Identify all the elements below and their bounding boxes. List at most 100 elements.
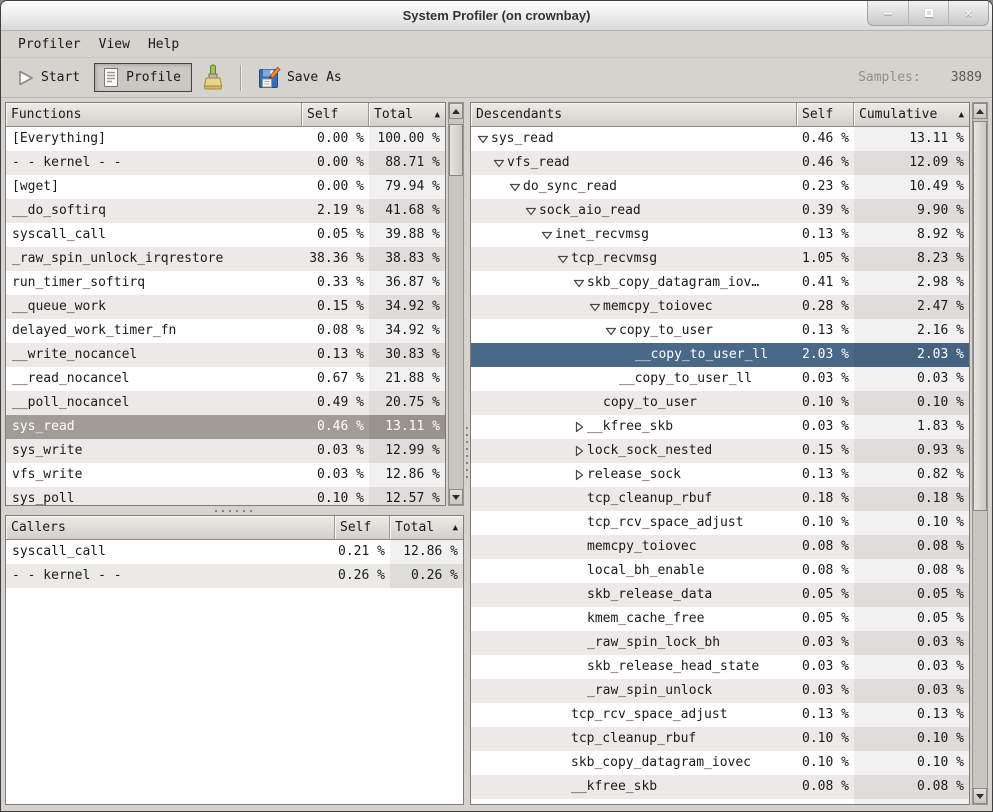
tree-row[interactable]: skb_release_data0.05 %0.05 % xyxy=(471,583,969,607)
horizontal-splitter[interactable] xyxy=(5,507,464,515)
tree-row[interactable]: do_sync_read0.23 %10.49 % xyxy=(471,175,969,199)
scrollbar-thumb[interactable] xyxy=(449,124,463,176)
expander-open-icon[interactable] xyxy=(523,205,539,217)
functions-column-header[interactable]: Functions xyxy=(6,103,302,127)
tree-row[interactable]: release_sock0.13 %0.82 % xyxy=(471,463,969,487)
scroll-down-button[interactable] xyxy=(449,489,463,505)
tree-row[interactable]: tcp_rcv_space_adjust0.13 %0.13 % xyxy=(471,703,969,727)
tree-row[interactable]: copy_to_user0.10 %0.10 % xyxy=(471,391,969,415)
table-row[interactable]: [Everything]0.00 %100.00 % xyxy=(6,127,445,151)
tree-row[interactable]: vfs_read0.46 %12.09 % xyxy=(471,151,969,175)
functions-total-column-header[interactable]: Total ▲ xyxy=(369,103,445,127)
tree-row[interactable]: local_bh_enable0.08 %0.08 % xyxy=(471,559,969,583)
expander-open-icon[interactable] xyxy=(571,277,587,289)
callers-self-column-header[interactable]: Self xyxy=(335,516,390,540)
table-row[interactable]: syscall_call0.05 %39.88 % xyxy=(6,223,445,247)
descendants-column-header[interactable]: Descendants xyxy=(471,103,797,127)
table-row[interactable]: delayed_work_timer_fn0.08 %34.92 % xyxy=(6,319,445,343)
tree-row[interactable]: memcpy_toiovec0.08 %0.08 % xyxy=(471,535,969,559)
expander-open-icon[interactable] xyxy=(491,157,507,169)
expander-open-icon[interactable] xyxy=(587,301,603,313)
menu-view[interactable]: View xyxy=(90,34,139,55)
expander-closed-icon[interactable] xyxy=(571,445,587,457)
menu-help[interactable]: Help xyxy=(139,34,188,55)
tree-row[interactable]: sock_aio_read0.39 %9.90 % xyxy=(471,199,969,223)
functions-scrollbar[interactable] xyxy=(448,102,464,506)
expander-open-icon[interactable] xyxy=(507,181,523,193)
scrollbar-thumb[interactable] xyxy=(973,121,987,511)
scroll-down-button[interactable] xyxy=(973,788,987,804)
expander-open-icon[interactable] xyxy=(475,133,491,145)
descendants-scrollbar[interactable] xyxy=(972,102,988,805)
vertical-splitter[interactable] xyxy=(463,98,470,810)
descendants-self-column-header[interactable]: Self xyxy=(797,103,854,127)
tree-row[interactable]: lock_sock_nested0.15 %0.93 % xyxy=(471,439,969,463)
start-button[interactable]: Start xyxy=(9,65,88,91)
tree-row[interactable]: skb_copy_datagram_iov…0.41 %2.98 % xyxy=(471,271,969,295)
table-row[interactable]: __write_nocancel0.13 %30.83 % xyxy=(6,343,445,367)
expander-closed-icon[interactable] xyxy=(571,421,587,433)
tree-row[interactable]: __kfree_skb0.08 %0.08 % xyxy=(471,775,969,799)
table-row[interactable]: __queue_work0.15 %34.92 % xyxy=(6,295,445,319)
cumulative-value-cell: 0.05 % xyxy=(854,583,969,607)
cumulative-value-cell: 12.09 % xyxy=(854,151,969,175)
functions-self-column-header[interactable]: Self xyxy=(302,103,369,127)
callers-column-header[interactable]: Callers xyxy=(6,516,335,540)
minimize-button[interactable]: – xyxy=(868,1,908,25)
function-name-cell: skb_release_head_state xyxy=(471,655,797,679)
tree-row[interactable]: tcp_cleanup_rbuf0.18 %0.18 % xyxy=(471,487,969,511)
start-label: Start xyxy=(41,70,80,85)
table-row[interactable]: run_timer_softirq0.33 %36.87 % xyxy=(6,271,445,295)
reset-button[interactable] xyxy=(192,60,233,95)
tree-row[interactable]: __copy_to_user_ll0.03 %0.03 % xyxy=(471,367,969,391)
table-row[interactable]: sys_read0.46 %13.11 % xyxy=(6,415,445,439)
tree-row[interactable]: kmem_cache_free0.05 %0.05 % xyxy=(471,607,969,631)
titlebar[interactable]: System Profiler (on crownbay) – ✕ xyxy=(1,1,992,31)
close-button[interactable]: ✕ xyxy=(948,1,988,25)
tree-row[interactable]: skb_copy_datagram_iovec0.10 %0.10 % xyxy=(471,751,969,775)
callers-total-column-header[interactable]: Total ▲ xyxy=(390,516,463,540)
tree-row[interactable]: memcpy_toiovec0.28 %2.47 % xyxy=(471,295,969,319)
tree-row[interactable]: sys_read0.46 %13.11 % xyxy=(471,127,969,151)
tree-row[interactable]: __kfree_skb0.03 %1.83 % xyxy=(471,415,969,439)
expander-closed-icon[interactable] xyxy=(571,469,587,481)
menu-profiler[interactable]: Profiler xyxy=(9,34,90,55)
tree-row[interactable]: tcp_rcv_space_adjust0.10 %0.10 % xyxy=(471,511,969,535)
descendants-cumulative-column-header[interactable]: Cumulative ▲ xyxy=(854,103,969,127)
profile-toggle-button[interactable]: Profile xyxy=(94,63,192,92)
table-row[interactable]: __do_softirq2.19 %41.68 % xyxy=(6,199,445,223)
total-value-cell: 41.68 % xyxy=(369,199,445,223)
self-value-cell: 0.00 % xyxy=(302,127,369,151)
tree-row[interactable]: _raw_spin_unlock0.03 %0.03 % xyxy=(471,679,969,703)
table-row[interactable]: _raw_spin_unlock_irqrestore38.36 %38.83 … xyxy=(6,247,445,271)
save-as-button[interactable]: Save As xyxy=(250,62,350,93)
self-value-cell: 0.00 % xyxy=(302,175,369,199)
expander-open-icon[interactable] xyxy=(603,325,619,337)
table-row[interactable]: sys_poll0.10 %12.57 % xyxy=(6,487,445,505)
tree-row[interactable]: __copy_to_user_ll2.03 %2.03 % xyxy=(471,343,969,367)
table-row[interactable]: sys_write0.03 %12.99 % xyxy=(6,439,445,463)
table-row[interactable]: - - kernel - -0.26 %0.26 % xyxy=(6,564,463,588)
table-row[interactable]: vfs_write0.03 %12.86 % xyxy=(6,463,445,487)
table-row[interactable]: syscall_call0.21 %12.86 % xyxy=(6,540,463,564)
table-row[interactable]: - - kernel - -0.00 %88.71 % xyxy=(6,151,445,175)
table-row[interactable]: __poll_nocancel0.49 %20.75 % xyxy=(6,391,445,415)
scroll-up-button[interactable] xyxy=(449,103,463,119)
tree-row[interactable]: tcp_cleanup_rbuf0.10 %0.10 % xyxy=(471,727,969,751)
tree-row[interactable]: tcp_recvmsg1.05 %8.23 % xyxy=(471,247,969,271)
self-value-cell: 0.46 % xyxy=(302,415,369,439)
expander-open-icon[interactable] xyxy=(555,253,571,265)
table-row[interactable]: [wget]0.00 %79.94 % xyxy=(6,175,445,199)
expander-open-icon[interactable] xyxy=(539,229,555,241)
tree-row[interactable]: _raw_spin_lock_bh0.03 %0.03 % xyxy=(471,631,969,655)
tree-row[interactable]: skb_release_head_state0.03 %0.03 % xyxy=(471,655,969,679)
scroll-up-button[interactable] xyxy=(973,103,987,119)
tree-row[interactable]: copy_to_user0.13 %2.16 % xyxy=(471,319,969,343)
function-name: sys_read xyxy=(491,127,554,151)
table-row[interactable]: __read_nocancel0.67 %21.88 % xyxy=(6,367,445,391)
tree-row[interactable]: inet_recvmsg0.13 %8.92 % xyxy=(471,223,969,247)
self-value-cell: 0.10 % xyxy=(797,391,854,415)
maximize-button[interactable] xyxy=(908,1,948,25)
tree-row[interactable]: lock_sock_nested0.03 %0.03 % xyxy=(471,799,969,804)
function-name: __copy_to_user_ll xyxy=(635,343,768,367)
